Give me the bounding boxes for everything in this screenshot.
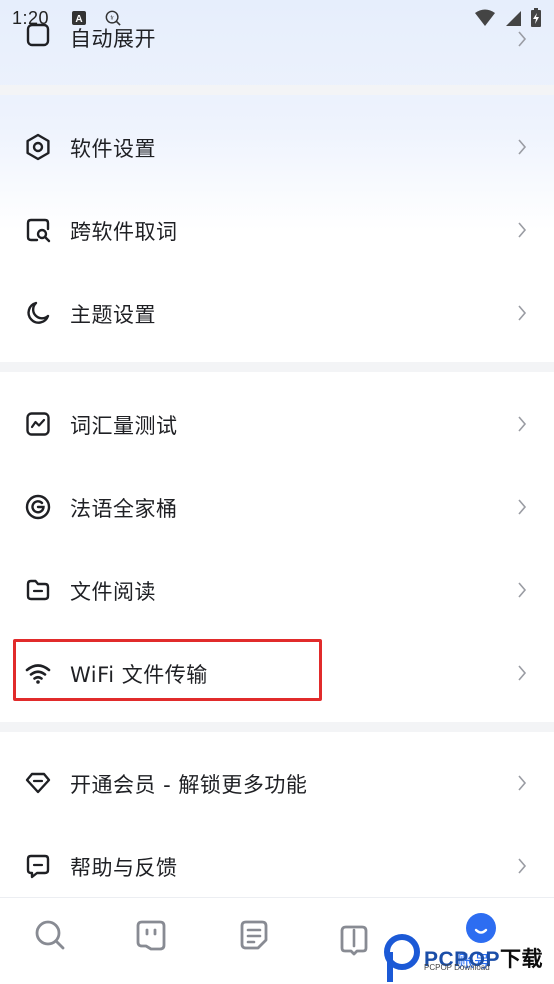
menu-item-help-feedback[interactable]: 帮助与反馈 — [0, 824, 554, 907]
search-icon[interactable] — [33, 918, 67, 952]
menu-item-label: 跨软件取词 — [70, 220, 178, 244]
book-icon[interactable] — [337, 924, 371, 958]
menu-item-theme-settings[interactable]: 主题设置 — [0, 271, 554, 354]
menu-item-label: 主题设置 — [70, 303, 156, 327]
document-icon[interactable] — [237, 918, 271, 952]
menu-item-membership[interactable]: 开通会员 - 解锁更多功能 — [0, 741, 554, 824]
chevron-right-icon — [518, 139, 527, 155]
section-divider — [0, 362, 554, 372]
search-word-icon — [26, 218, 51, 243]
menu-item-label: WiFi 文件传输 — [70, 663, 208, 687]
wifi-icon — [25, 664, 51, 684]
menu-item-label: 软件设置 — [70, 137, 156, 161]
moon-icon — [27, 301, 50, 324]
menu-item-software-settings[interactable]: 软件设置 — [0, 105, 554, 188]
chevron-right-icon — [518, 858, 527, 874]
feedback-icon — [26, 854, 50, 879]
chevron-right-icon — [518, 31, 527, 47]
expand-icon — [26, 23, 50, 47]
chevron-right-icon — [518, 416, 527, 432]
menu-item-label: 法语全家桶 — [70, 497, 178, 521]
chevron-right-icon — [518, 499, 527, 515]
folder-icon — [26, 579, 50, 601]
section-divider — [0, 722, 554, 732]
menu-item-file-reading[interactable]: 文件阅读 — [0, 548, 554, 631]
menu-item-french-bundle[interactable]: 法语全家桶 — [0, 465, 554, 548]
hexagon-settings-icon — [26, 133, 50, 161]
menu-item-vocab-test[interactable]: 词汇量测试 — [0, 382, 554, 465]
menu-item-label: 词汇量测试 — [70, 414, 178, 438]
watermark-suffix: 下载 — [500, 948, 544, 971]
chevron-right-icon — [518, 222, 527, 238]
menu-item-wifi-transfer[interactable]: WiFi 文件传输 — [0, 631, 554, 714]
menu-item-label: 自动展开 — [70, 27, 156, 51]
menu-item-label: 开通会员 - 解锁更多功能 — [70, 773, 308, 797]
menu-item-label: 帮助与反馈 — [70, 856, 178, 880]
menu-item-auto-expand[interactable]: 自动展开 — [0, 0, 554, 81]
menu-item-cross-app-lookup[interactable]: 跨软件取词 — [0, 188, 554, 271]
chat-icon[interactable] — [134, 918, 168, 952]
chart-icon — [26, 412, 50, 436]
diamond-icon — [25, 772, 51, 794]
chevron-right-icon — [518, 665, 527, 681]
watermark-subtext: PCPOP Download — [424, 963, 490, 972]
section-divider — [0, 85, 554, 95]
chevron-right-icon — [518, 775, 527, 791]
circle-g-icon — [25, 494, 51, 520]
chevron-right-icon — [518, 305, 527, 321]
chevron-right-icon — [518, 582, 527, 598]
menu-item-label: 文件阅读 — [70, 580, 156, 604]
